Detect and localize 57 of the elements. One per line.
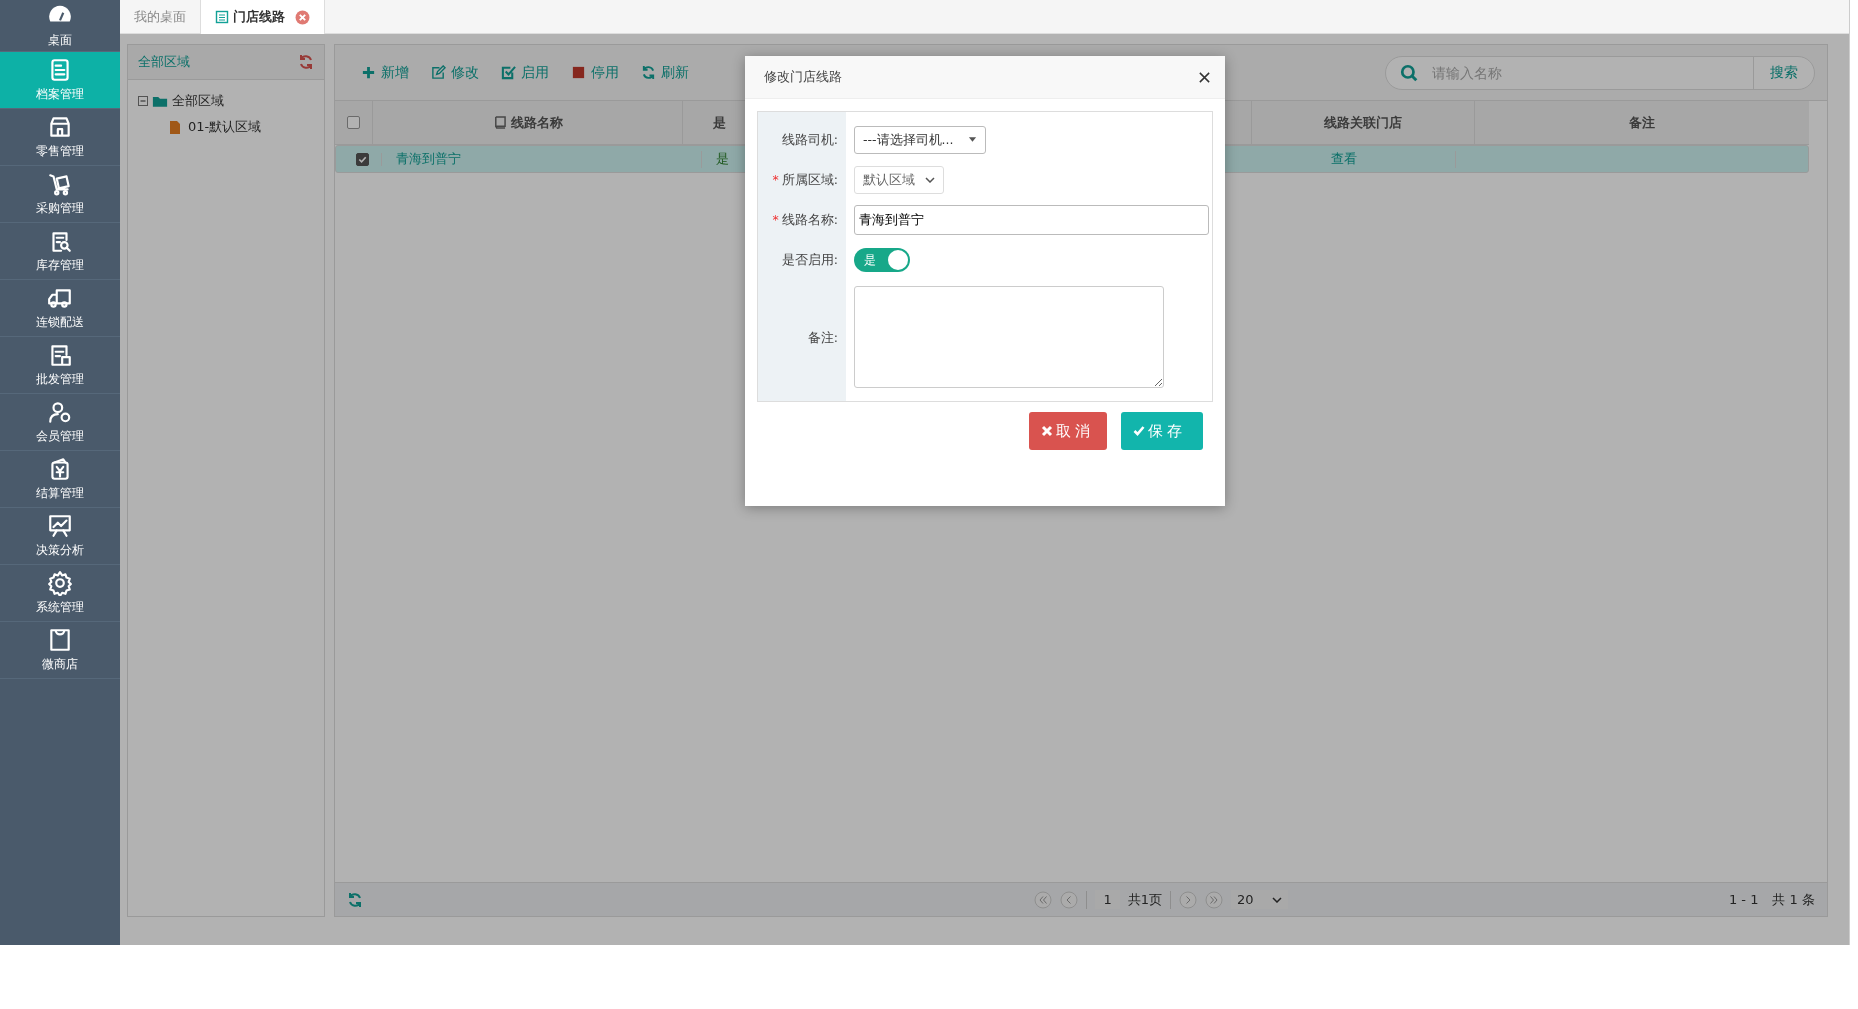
page-range: 1 - 1	[1728, 892, 1759, 907]
route-name-field[interactable]: 青海到普宁	[854, 205, 1209, 235]
field-label: 是否启用:	[781, 251, 838, 269]
column-header: 备注	[1629, 113, 1655, 132]
chevron-icon	[925, 177, 935, 183]
required-mark: *	[772, 171, 779, 189]
previous-page-icon[interactable]	[1060, 890, 1079, 909]
book-icon	[492, 116, 506, 129]
panel-title: 全部区域	[138, 53, 190, 71]
column-header: 是	[713, 113, 726, 132]
field-label: 备注:	[807, 330, 838, 347]
refresh-icon[interactable]	[298, 54, 314, 70]
first-page-icon[interactable]	[1034, 890, 1053, 909]
tree-item[interactable]: 01-默认区域	[188, 118, 262, 136]
table-cell: 青海到普宁	[396, 150, 461, 168]
user-icon	[47, 399, 73, 425]
checkbox[interactable]	[347, 116, 360, 129]
checkbox[interactable]	[356, 152, 369, 166]
chart-board-icon	[47, 513, 73, 539]
folder-icon	[152, 94, 168, 108]
storefront-icon	[47, 114, 73, 140]
field-label: 线路司机:	[781, 131, 838, 149]
file-icon	[170, 120, 180, 134]
stop-icon	[571, 65, 586, 80]
tab[interactable]: 门店线路	[201, 0, 325, 34]
area-select[interactable]: 默认区域	[854, 166, 944, 194]
column-header: 线路名称	[510, 113, 563, 132]
close-icon	[1041, 425, 1053, 437]
remark-field[interactable]	[854, 286, 1164, 388]
column-header: 线路关联门店	[1324, 113, 1402, 132]
bag-icon	[47, 627, 73, 653]
check-icon	[1133, 425, 1145, 437]
collapse-icon[interactable]	[138, 96, 148, 106]
required-mark: *	[772, 211, 779, 229]
record-count: 共 1 条	[1772, 890, 1815, 909]
next-page-icon[interactable]	[1179, 890, 1197, 909]
close-icon[interactable]	[1198, 70, 1211, 84]
table-icon	[215, 10, 229, 24]
checkbox-icon	[501, 65, 516, 80]
field-label: 所属区域:	[781, 171, 838, 189]
plus-icon	[361, 65, 376, 80]
dialog-title: 修改门店线路	[764, 68, 842, 86]
driver-select[interactable]: ---请选择司机...	[854, 126, 986, 154]
edit-icon	[431, 65, 446, 80]
refresh-icon[interactable]	[347, 891, 363, 908]
cancel-button[interactable]: 取消	[1029, 412, 1107, 450]
table-cell: 是	[716, 150, 729, 168]
last-page-icon[interactable]	[1205, 890, 1223, 909]
tree-item[interactable]: 全部区域	[172, 92, 224, 110]
chevron-icon	[1271, 896, 1282, 903]
gear-icon	[47, 570, 73, 596]
cart-icon	[47, 171, 73, 197]
page-count: 共1页	[1127, 890, 1162, 909]
search-icon	[1400, 63, 1418, 82]
caret-icon	[968, 137, 977, 143]
refresh-icon	[641, 65, 656, 80]
field-label: 线路名称:	[781, 211, 838, 229]
